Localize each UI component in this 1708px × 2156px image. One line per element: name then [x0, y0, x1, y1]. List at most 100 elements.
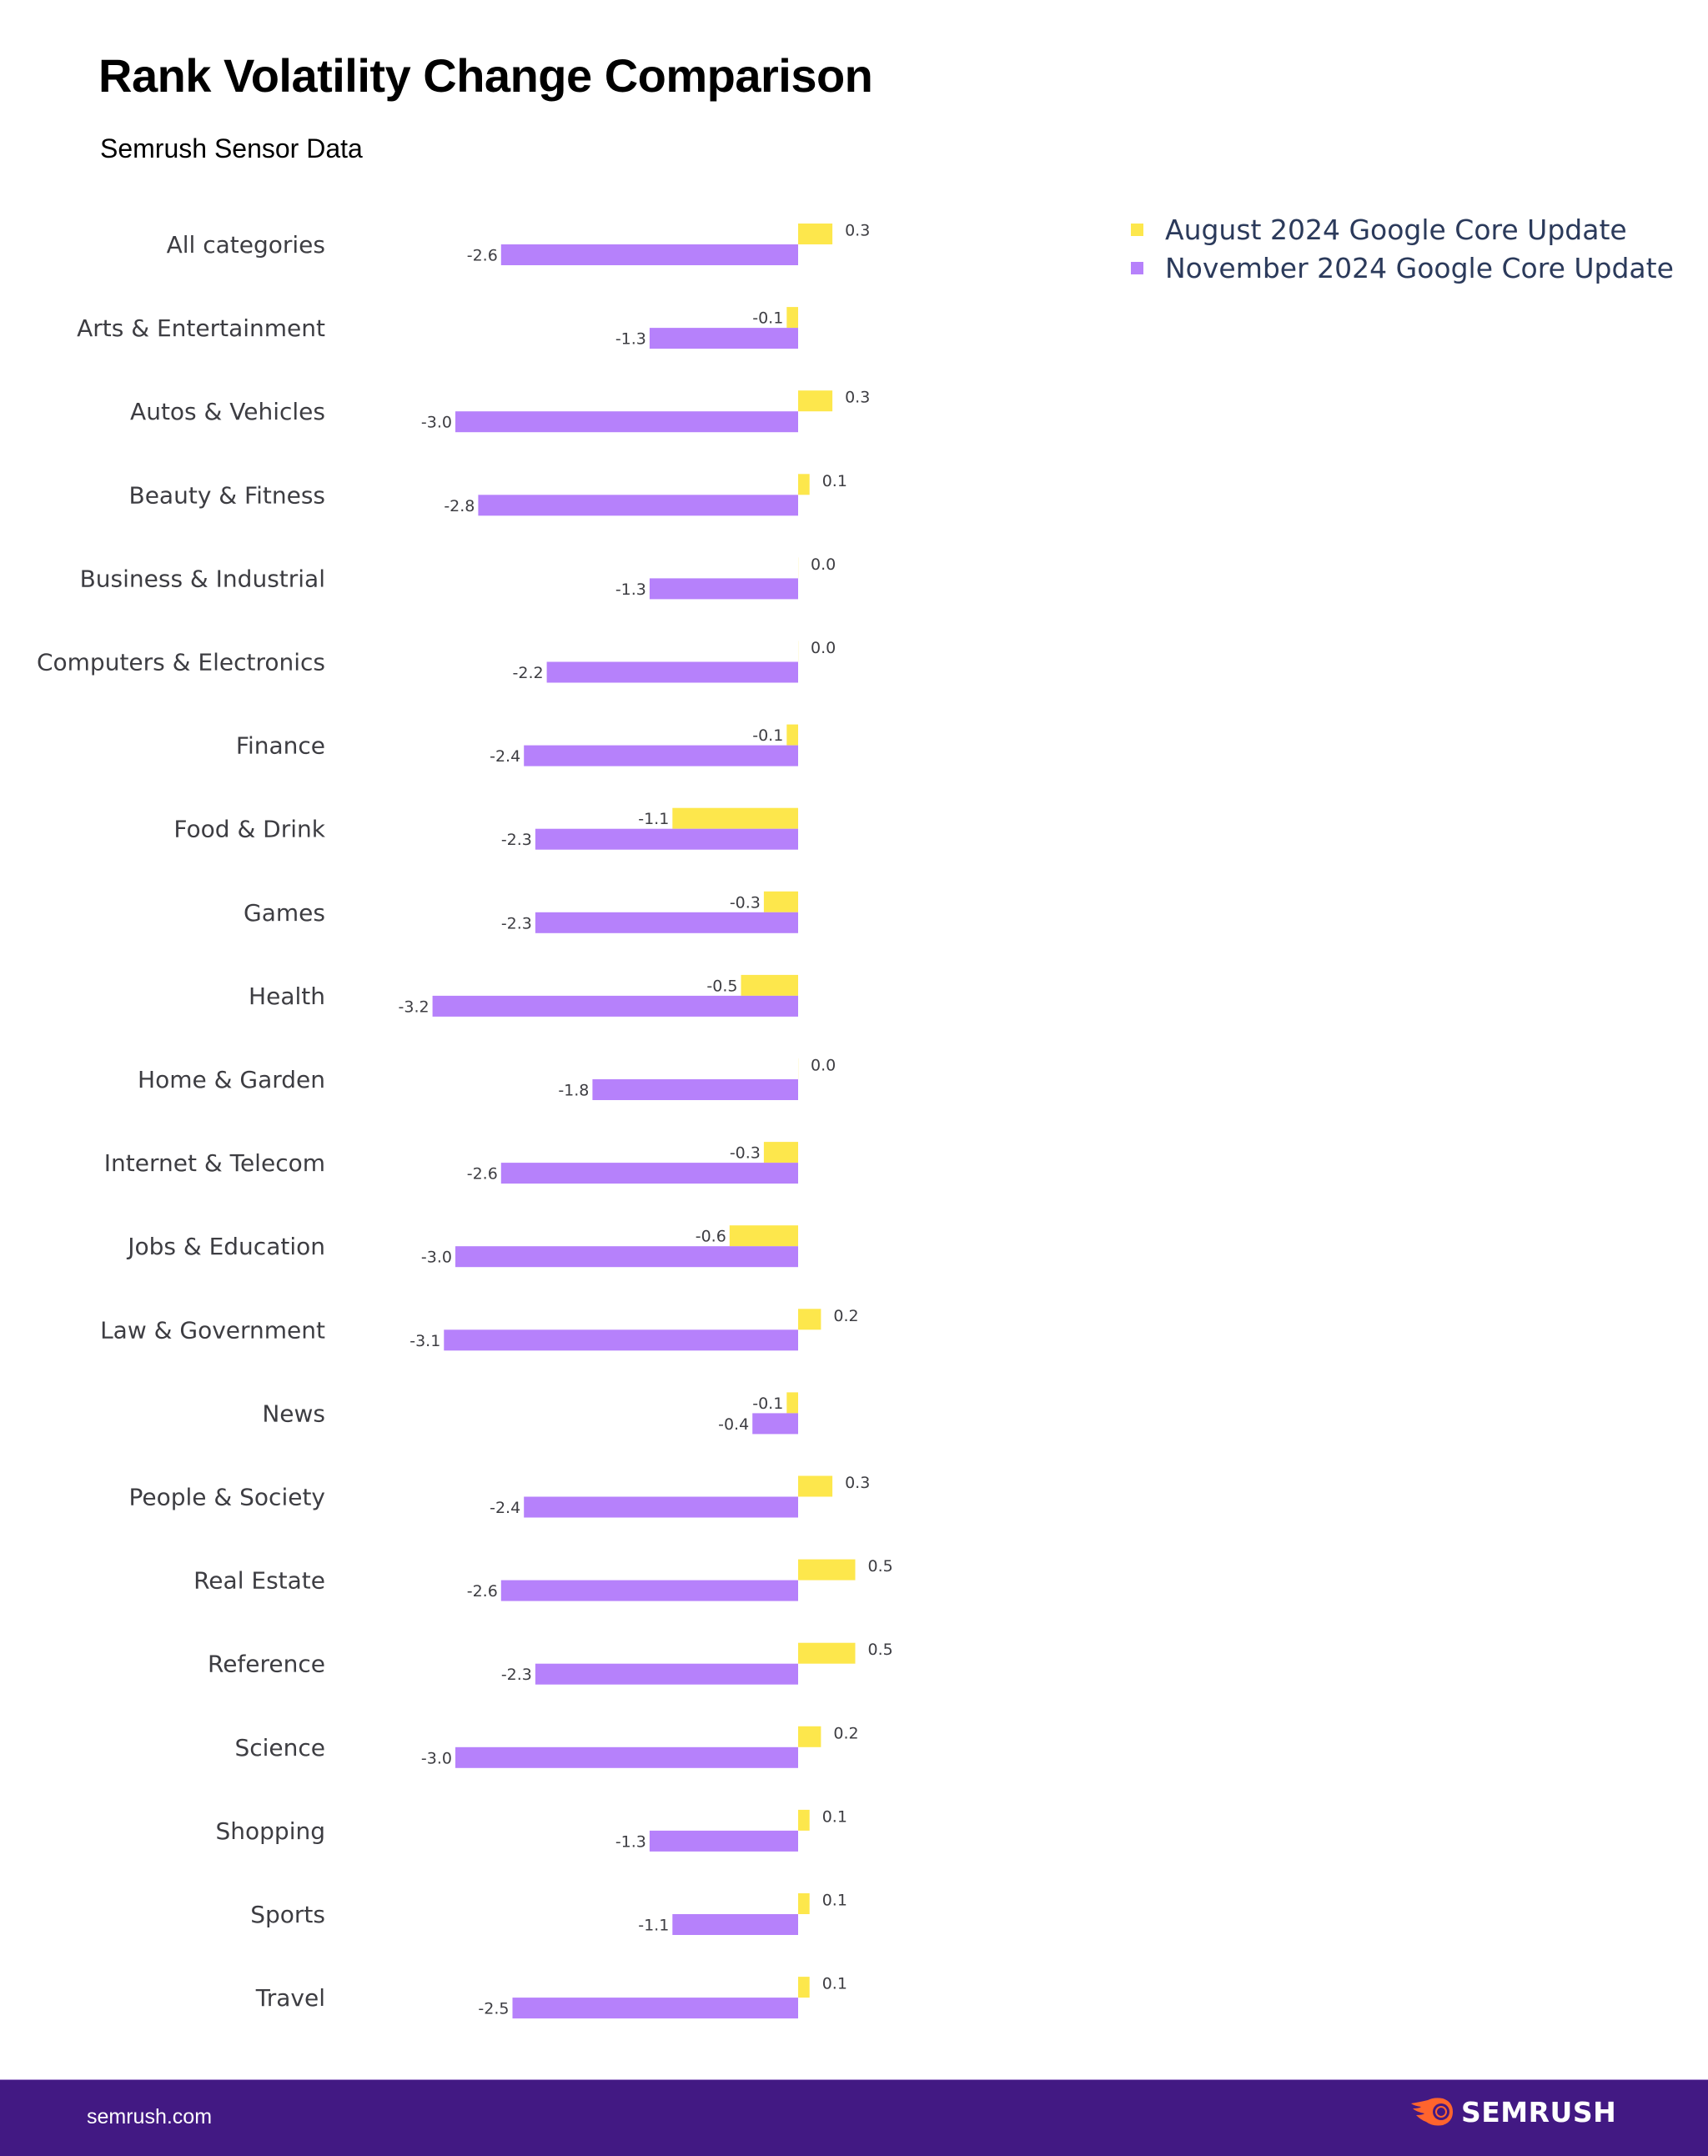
- value-label-august-jobs-and-education: -0.6: [696, 1228, 726, 1246]
- bar-august-autos-and-vehicles: [798, 390, 833, 412]
- category-label-shopping: Shopping: [216, 1817, 326, 1845]
- legend: August 2024 Google Core Update November …: [1131, 210, 1674, 287]
- value-label-november-arts-and-entertainment: -1.3: [615, 330, 646, 349]
- value-label-august-health: -0.5: [706, 977, 737, 995]
- value-label-november-news: -0.4: [718, 1415, 749, 1434]
- value-label-august-science: 0.2: [833, 1724, 858, 1742]
- category-row-autos-and-vehicles: Autos & Vehicles 0.3 -3.0: [130, 389, 870, 433]
- bar-august-jobs-and-education: [729, 1225, 798, 1247]
- category-row-finance: Finance -0.1 -2.4: [236, 724, 798, 766]
- bar-november-food-and-drink: [535, 828, 798, 850]
- bar-august-law-and-government: [798, 1309, 821, 1330]
- bar-august-finance: [786, 724, 798, 746]
- category-label-reference: Reference: [208, 1651, 325, 1678]
- bar-november-shopping: [649, 1830, 798, 1852]
- category-label-games: Games: [244, 899, 325, 927]
- bar-august-reference: [798, 1642, 856, 1664]
- value-label-november-beauty-and-fitness: -2.8: [444, 497, 475, 515]
- bar-november-law-and-government: [444, 1329, 798, 1351]
- bar-august-science: [798, 1726, 821, 1747]
- category-row-people-and-society: People & Society 0.3 -2.4: [128, 1474, 870, 1518]
- value-label-august-all-categories: 0.3: [845, 222, 870, 240]
- bar-august-business-and-industrial: [798, 557, 799, 579]
- bar-august-health: [741, 974, 798, 996]
- category-row-travel: Travel 0.1 -2.5: [255, 1975, 847, 2019]
- bar-november-all-categories: [500, 244, 798, 265]
- footer-url[interactable]: semrush.com: [87, 2105, 212, 2129]
- value-label-november-food-and-drink: -2.3: [501, 831, 532, 849]
- value-label-november-games: -2.3: [501, 914, 532, 932]
- category-label-internet-and-telecom: Internet & Telecom: [104, 1149, 325, 1177]
- bar-august-people-and-society: [798, 1475, 833, 1497]
- category-label-arts-and-entertainment: Arts & Entertainment: [77, 314, 325, 342]
- value-label-august-business-and-industrial: 0.0: [811, 555, 836, 574]
- bar-august-shopping: [798, 1809, 810, 1831]
- footer-bar: semrush.com SEMRUSH: [0, 2079, 1708, 2156]
- category-row-reference: Reference 0.5 -2.3: [208, 1641, 893, 1685]
- bar-november-reference: [535, 1663, 798, 1685]
- category-row-home-and-garden: Home & Garden 0.0 -1.8: [138, 1057, 836, 1100]
- category-row-law-and-government: Law & Government 0.2 -3.1: [100, 1307, 859, 1351]
- bar-november-science: [455, 1746, 798, 1768]
- legend-item-november: November 2024 Google Core Update: [1131, 249, 1674, 287]
- value-label-august-autos-and-vehicles: 0.3: [845, 389, 870, 407]
- bar-november-finance: [524, 745, 798, 766]
- bar-august-internet-and-telecom: [763, 1142, 798, 1163]
- category-label-science: Science: [234, 1734, 325, 1761]
- bar-november-internet-and-telecom: [500, 1163, 798, 1184]
- category-row-health: Health -0.5 -3.2: [249, 974, 798, 1017]
- bar-august-travel: [798, 1977, 810, 1998]
- bar-november-computers-and-electronics: [546, 661, 798, 683]
- bar-november-beauty-and-fitness: [478, 495, 798, 516]
- category-row-all-categories: All categories 0.3 -2.6: [167, 222, 870, 265]
- bar-november-home-and-garden: [592, 1079, 798, 1100]
- value-label-november-finance: -2.4: [490, 747, 520, 766]
- category-label-real-estate: Real Estate: [193, 1567, 325, 1595]
- bar-november-autos-and-vehicles: [455, 411, 798, 433]
- value-label-november-people-and-society: -2.4: [490, 1499, 520, 1517]
- category-label-computers-and-electronics: Computers & Electronics: [37, 649, 325, 676]
- category-row-food-and-drink: Food & Drink -1.1 -2.3: [173, 807, 798, 850]
- bar-november-business-and-industrial: [649, 578, 798, 600]
- value-label-november-autos-and-vehicles: -3.0: [421, 414, 452, 432]
- value-label-november-reference: -2.3: [501, 1666, 532, 1684]
- bar-november-real-estate: [500, 1580, 798, 1601]
- bar-august-home-and-garden: [798, 1058, 799, 1079]
- category-label-travel: Travel: [255, 1984, 325, 2012]
- value-label-november-travel: -2.5: [478, 2000, 509, 2018]
- category-row-news: News -0.1-0.4: [262, 1392, 798, 1435]
- category-label-health: Health: [249, 983, 325, 1010]
- legend-swatch-august: [1131, 223, 1143, 236]
- category-label-law-and-government: Law & Government: [100, 1316, 325, 1344]
- semrush-logo-text: SEMRUSH: [1461, 2095, 1617, 2128]
- category-label-beauty-and-fitness: Beauty & Fitness: [129, 481, 326, 509]
- value-label-august-news: -0.1: [752, 1395, 783, 1413]
- value-label-november-jobs-and-education: -3.0: [421, 1249, 452, 1267]
- value-label-november-internet-and-telecom: -2.6: [467, 1165, 498, 1184]
- value-label-november-computers-and-electronics: -2.2: [513, 664, 544, 682]
- value-label-november-shopping: -1.3: [615, 1832, 646, 1851]
- bar-november-travel: [512, 1998, 798, 2019]
- value-label-august-internet-and-telecom: -0.3: [730, 1144, 761, 1163]
- category-label-home-and-garden: Home & Garden: [138, 1066, 325, 1093]
- bar-august-arts-and-entertainment: [786, 307, 798, 329]
- bar-november-sports: [672, 1914, 798, 1935]
- bar-november-health: [432, 995, 798, 1017]
- bar-august-games: [763, 891, 798, 912]
- bar-november-arts-and-entertainment: [649, 328, 798, 349]
- category-row-internet-and-telecom: Internet & Telecom -0.3 -2.6: [104, 1142, 798, 1184]
- category-label-business-and-industrial: Business & Industrial: [80, 565, 325, 592]
- bar-november-people-and-society: [524, 1496, 798, 1518]
- category-row-real-estate: Real Estate 0.5 -2.6: [193, 1557, 893, 1601]
- category-label-finance: Finance: [236, 732, 325, 760]
- value-label-august-sports: 0.1: [822, 1892, 847, 1910]
- category-label-news: News: [262, 1400, 325, 1427]
- value-label-august-real-estate: 0.5: [868, 1557, 893, 1576]
- value-label-august-shopping: 0.1: [822, 1807, 847, 1826]
- value-label-november-business-and-industrial: -1.3: [615, 580, 646, 599]
- bar-chart: All categories 0.3 -2.6 Arts & Entertainmen…: [37, 222, 893, 2019]
- bar-august-sports: [798, 1893, 810, 1914]
- value-label-november-all-categories: -2.6: [467, 247, 498, 265]
- value-label-november-real-estate: -2.6: [467, 1582, 498, 1601]
- value-label-august-arts-and-entertainment: -0.1: [752, 309, 783, 328]
